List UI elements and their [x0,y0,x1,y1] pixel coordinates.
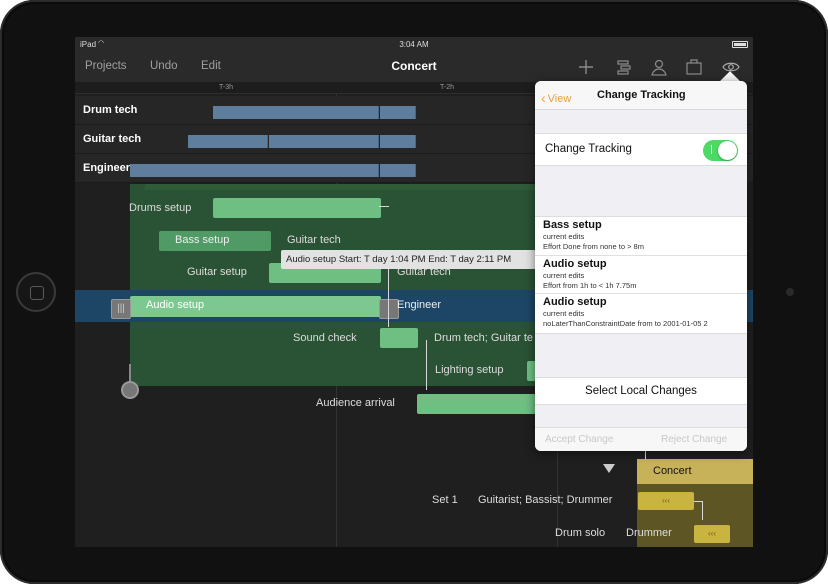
resource-bar [380,164,416,177]
back-label: View [547,93,572,105]
popover-toolbar: Accept Change Reject Change [535,427,747,451]
resource-bar [380,135,416,148]
resize-handle-right[interactable] [379,299,399,319]
resize-handle-left[interactable]: ||| [111,299,131,319]
change-status: current edits [543,232,585,241]
status-time: 3:04 AM [399,40,429,49]
task-label: Audience arrival [316,397,395,409]
change-detail: Effort from 1h to < 1h 7.75m [543,280,637,290]
change-tracking-row: Change Tracking [535,133,747,166]
task-tooltip: Audio setup Start: T day 1:04 PM End: T … [281,250,536,269]
concert-group-bar[interactable]: Concert [637,459,753,484]
briefcase-icon[interactable] [684,57,704,77]
resource-label: Guitar tech [83,133,142,145]
task-bar-audience-arrival[interactable] [417,394,537,414]
change-detail: Effort Done from none to > 8m [543,242,644,251]
dependency-line [694,501,702,502]
ipad-frame: iPad ◠ 3:04 AM Projects Undo Edit Concer… [0,0,828,584]
task-label: Lighting setup [435,364,504,376]
change-list: Bass setup current edits Effort Done fro… [535,216,747,334]
chevron-left-icon: ‹ [541,90,546,106]
change-status: current edits [543,270,585,280]
task-label: Drum solo [555,527,606,539]
select-local-changes-button[interactable]: Select Local Changes [535,377,747,405]
back-button[interactable]: ‹ View [541,89,572,106]
battery-icon [732,41,748,48]
camera [786,288,794,296]
change-item[interactable]: Bass setup current edits Effort Done fro… [535,217,747,256]
change-item[interactable]: Audio setup current edits Effort from 1h… [535,256,747,294]
status-bar: iPad ◠ 3:04 AM [75,37,753,52]
change-task-name: Audio setup [543,257,607,270]
toggle-label: Change Tracking [545,143,632,155]
task-label: Bass setup [175,234,230,246]
change-task-name: Bass setup [543,219,602,231]
task-group-header [145,184,590,190]
outline-icon[interactable] [614,57,634,77]
resource-label: Engineer [83,162,131,174]
change-detail: noLaterThanConstraintDate from to 2001-0… [543,319,708,328]
screen: iPad ◠ 3:04 AM Projects Undo Edit Concer… [75,37,753,547]
task-resource-label: Drum tech; Guitar te [434,332,534,344]
resource-bar [188,135,268,148]
task-label: Sound check [293,332,357,344]
ruler-tick: T-3h [219,84,234,91]
resource-bar [269,135,379,148]
change-task-name: Audio setup [543,296,607,308]
task-label: Set 1 [432,494,458,506]
task-resource-label: Guitarist; Bassist; Drummer [478,494,613,506]
drag-grip-stem [129,364,131,382]
navigation-bar: Projects Undo Edit Concert [75,52,753,82]
task-resource-label: Guitar tech [287,234,341,246]
task-resource-label: Drummer [626,527,672,539]
dependency-line [379,206,389,207]
dependency-line [388,269,389,327]
home-button[interactable] [16,272,56,312]
task-label: Guitar setup [187,266,247,278]
task-label: Audio setup [146,299,205,311]
change-tracking-popover: ‹ View Change Tracking Change Tracking Ba… [535,81,747,451]
change-item[interactable]: Audio setup current edits noLaterThanCon… [535,294,747,333]
task-label: Drums setup [129,202,192,214]
resource-bar [213,106,379,119]
task-resource-label: Engineer [397,299,442,311]
disclosure-triangle-icon[interactable] [603,464,615,473]
task-bar-sound-check[interactable] [380,328,418,348]
plus-icon[interactable] [576,57,596,77]
resource-bar [130,164,379,177]
popover-title: Change Tracking [597,89,686,101]
task-bar-set-1[interactable]: ‹‹‹ [638,492,694,510]
dependency-line [702,501,703,520]
resource-label: Drum tech [83,104,138,116]
reject-change-button[interactable]: Reject Change [661,434,727,445]
drag-grip[interactable] [121,381,139,399]
popover-header: ‹ View Change Tracking [535,81,747,110]
task-bar-drum-solo[interactable]: ‹‹‹ [694,525,730,543]
person-icon[interactable] [649,57,669,77]
dependency-line [426,340,427,390]
change-status: current edits [543,309,585,318]
resource-bar [380,106,416,119]
ruler-tick: T-2h [440,84,455,91]
task-bar-drums-setup[interactable] [213,198,381,218]
accept-change-button[interactable]: Accept Change [545,434,613,445]
change-tracking-toggle[interactable] [703,140,738,161]
toggle-on-mark [711,145,712,154]
